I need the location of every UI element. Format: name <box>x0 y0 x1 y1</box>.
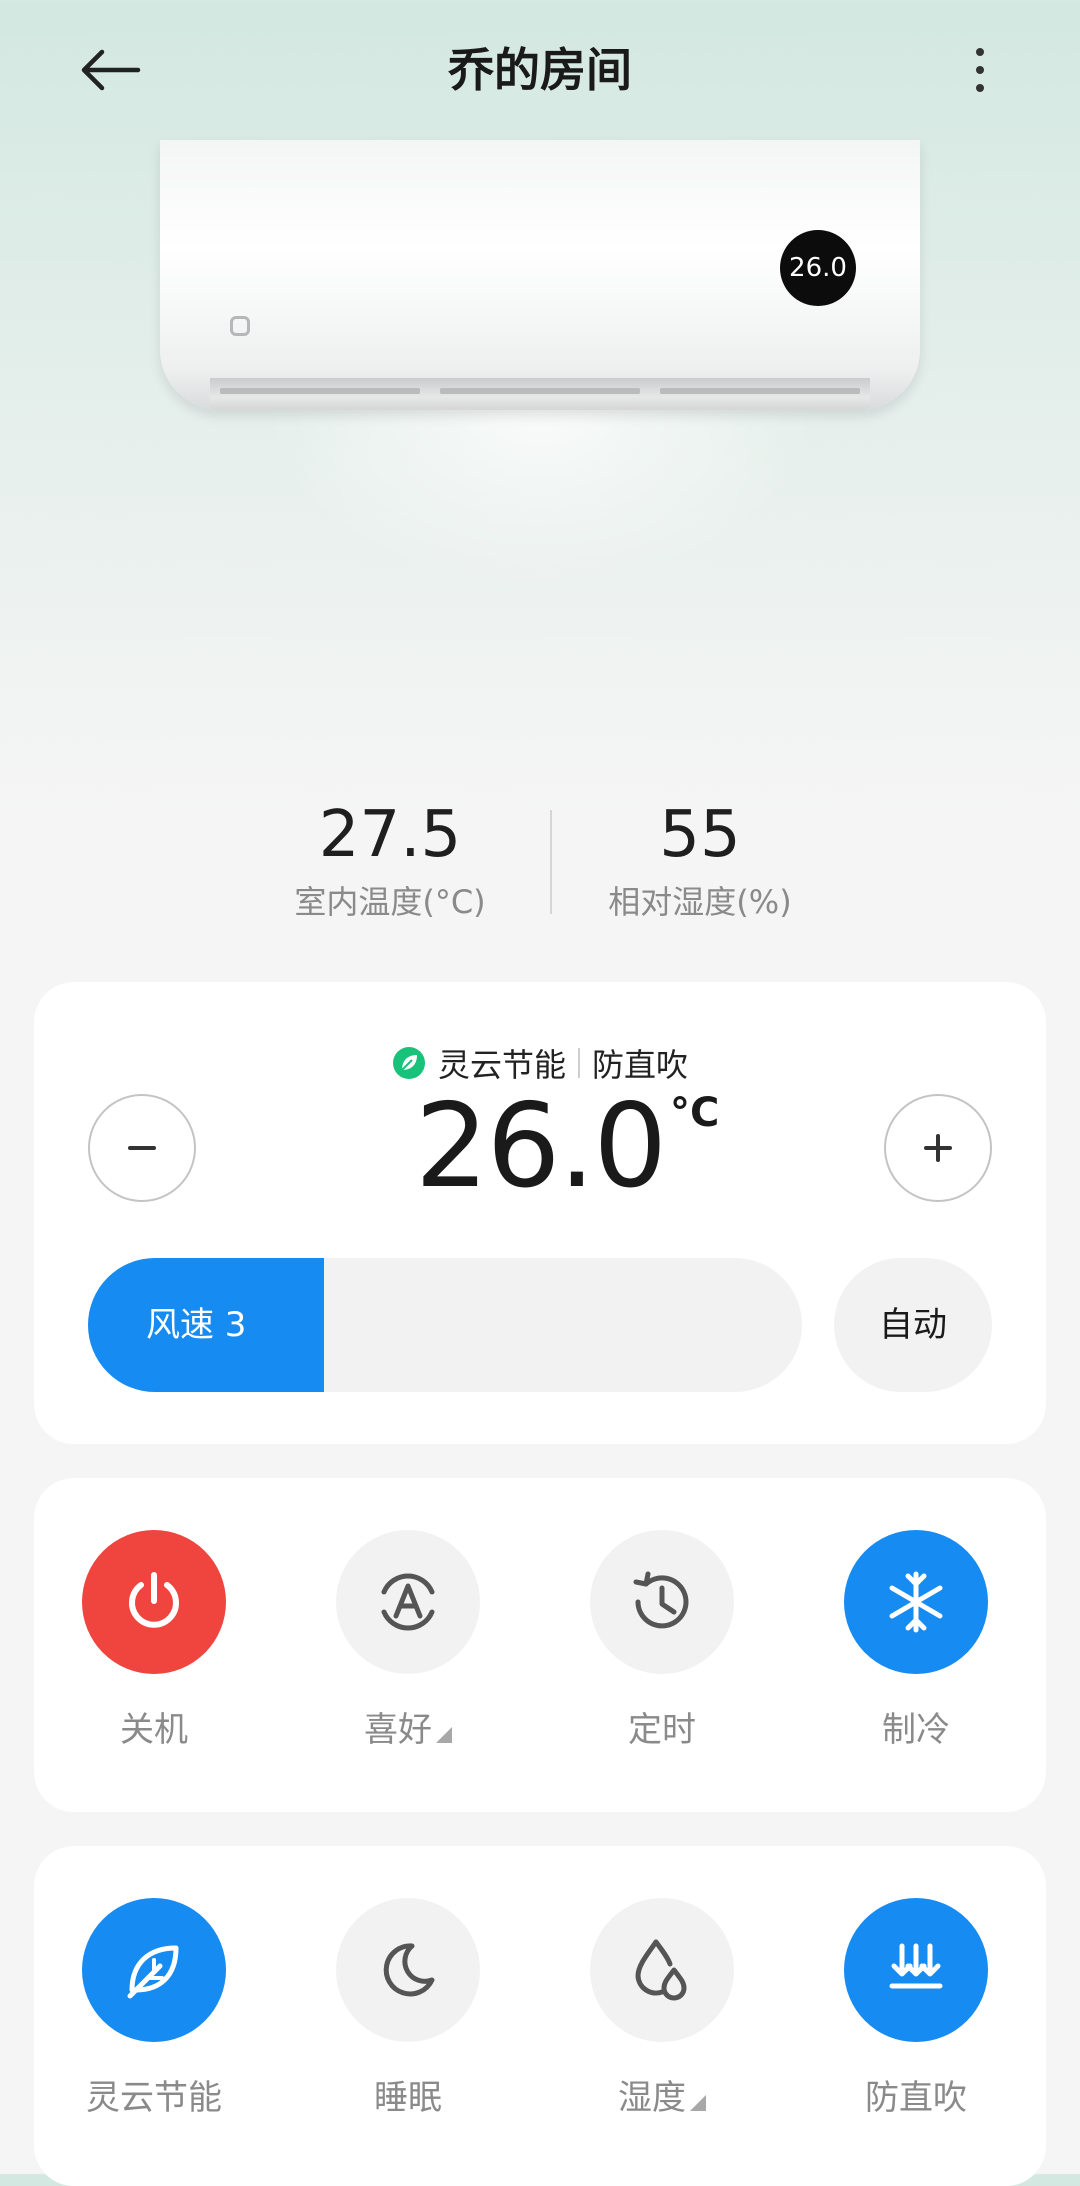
timer-label: 定时 <box>628 1710 696 1750</box>
page-title: 乔的房间 <box>448 43 632 97</box>
power-icon <box>129 1572 179 1628</box>
humidity-button[interactable] <box>590 1898 734 2042</box>
humidity-label-text: 湿度 <box>618 2078 686 2118</box>
ac-display: 26.0 <box>780 230 856 306</box>
humidity-control[interactable]: 湿度 <box>562 1898 762 2158</box>
increase-temp-button[interactable] <box>884 1094 992 1202</box>
humidity-icon <box>635 1939 687 2001</box>
more-options-button[interactable] <box>950 30 1010 110</box>
auto-preference-icon <box>381 1573 435 1631</box>
indoor-temperature-reading: 27.5 室内温度(°C) <box>240 790 540 924</box>
auto-fan-button[interactable]: 自动 <box>834 1258 992 1392</box>
mode-controls-card: 关机 喜好 定时 制冷 <box>34 1478 1046 1812</box>
set-temperature-value: 26.0 <box>414 1079 667 1214</box>
temperature-card: 灵云节能 防直吹 26.0 °C 风速 3 自动 <box>34 982 1046 1444</box>
sleep-mode-button[interactable] <box>336 1898 480 2042</box>
humidity-label: 湿度 <box>562 2074 762 2122</box>
cooling-mode-label: 制冷 <box>882 1710 950 1750</box>
air-conditioner-illustration: 26.0 <box>160 140 920 590</box>
anti-direct-blow-control[interactable]: 防直吹 <box>816 1898 1016 2158</box>
fan-speed-label: 风速 3 <box>146 1305 247 1345</box>
eco-mode-button[interactable] <box>82 1898 226 2042</box>
dropdown-indicator-icon <box>690 2095 706 2111</box>
anti-direct-blow-icon <box>889 1943 943 1989</box>
indoor-temperature-label: 室内温度(°C) <box>294 883 486 921</box>
back-button[interactable] <box>60 30 160 110</box>
eco-leaf-icon <box>392 1047 425 1079</box>
brand-logo-icon <box>230 316 250 336</box>
timer-icon <box>633 1571 689 1629</box>
preference-label: 喜好 <box>308 1706 508 1754</box>
set-temperature: 26.0 °C <box>284 1082 796 1212</box>
eco-mode-label: 灵云节能 <box>86 2078 222 2118</box>
more-dot-icon <box>976 66 984 74</box>
preference-button[interactable] <box>336 1530 480 1674</box>
temperature-unit: °C <box>670 1090 720 1136</box>
back-arrow-icon <box>81 49 141 91</box>
preference-control[interactable]: 喜好 <box>308 1530 508 1790</box>
eco-mode-control[interactable]: 灵云节能 <box>54 1898 254 2158</box>
sleep-mode-label: 睡眠 <box>374 2078 442 2118</box>
minus-icon <box>128 1146 156 1150</box>
power-off-control[interactable]: 关机 <box>54 1530 254 1790</box>
decrease-temp-button[interactable] <box>88 1094 196 1202</box>
top-bar: 乔的房间 <box>0 0 1080 140</box>
power-button[interactable] <box>82 1530 226 1674</box>
humidity-label: 相对湿度(%) <box>608 883 792 921</box>
moon-icon <box>383 1943 435 1997</box>
more-dot-icon <box>976 84 984 92</box>
sleep-mode-control[interactable]: 睡眠 <box>308 1898 508 2158</box>
status-divider <box>578 1048 580 1078</box>
ac-vent <box>210 378 870 410</box>
timer-control[interactable]: 定时 <box>562 1530 762 1790</box>
function-controls-card: 灵云节能 睡眠 湿度 防直吹 <box>34 1846 1046 2186</box>
cooling-mode-control[interactable]: 制冷 <box>816 1530 1016 1790</box>
fan-speed-fill: 风速 3 <box>88 1258 324 1392</box>
more-dot-icon <box>976 48 984 56</box>
timer-button[interactable] <box>590 1530 734 1674</box>
cooling-mode-button[interactable] <box>844 1530 988 1674</box>
anti-direct-blow-label: 防直吹 <box>865 2078 967 2118</box>
plus-icon <box>924 1134 952 1162</box>
airflow-effect <box>260 410 820 590</box>
preference-label-text: 喜好 <box>364 1710 432 1750</box>
fan-speed-slider[interactable]: 风速 3 <box>88 1258 802 1392</box>
ac-slat <box>660 388 860 394</box>
leaf-icon <box>127 1945 179 1999</box>
ac-slat <box>440 388 640 394</box>
anti-direct-blow-button[interactable] <box>844 1898 988 2042</box>
humidity-value: 55 <box>659 798 741 872</box>
indoor-temperature-value: 27.5 <box>318 798 462 872</box>
humidity-reading: 55 相对湿度(%) <box>550 790 850 924</box>
ac-slat <box>220 388 420 394</box>
power-off-label: 关机 <box>120 1710 188 1750</box>
snowflake-icon <box>889 1571 943 1633</box>
dropdown-indicator-icon <box>436 1727 452 1743</box>
